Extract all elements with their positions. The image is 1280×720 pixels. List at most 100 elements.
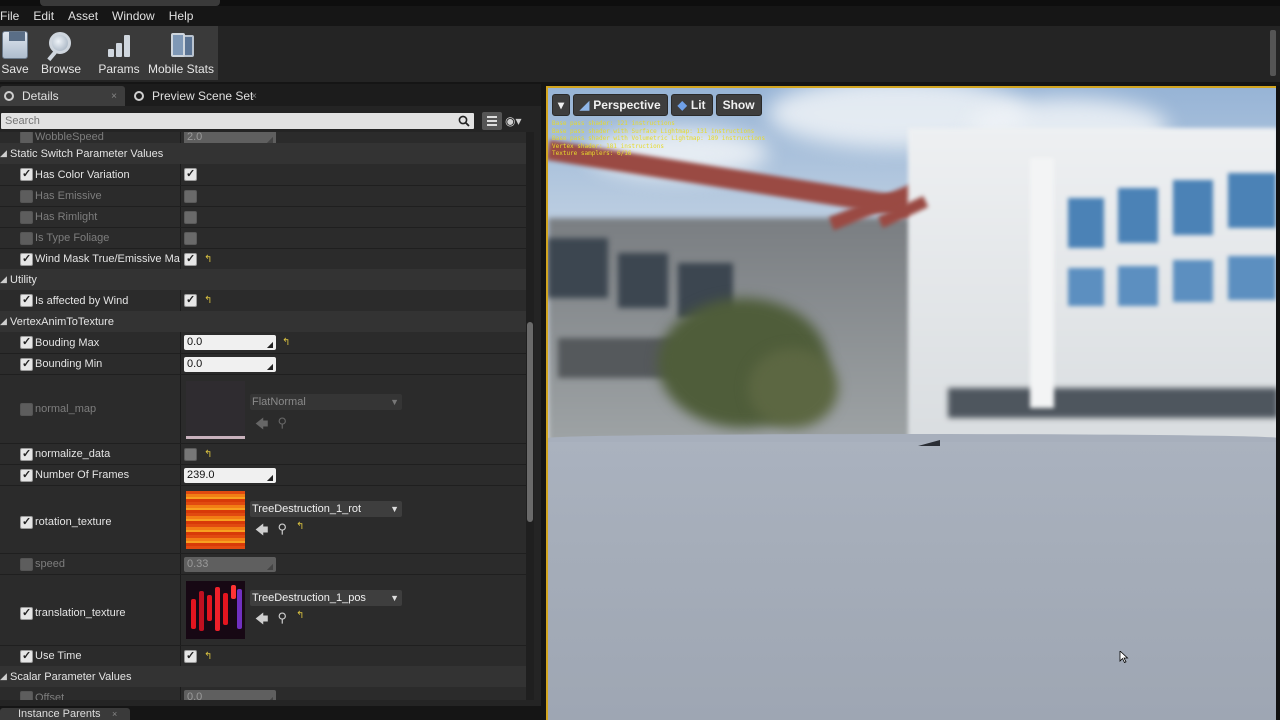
- override-checkbox[interactable]: [20, 403, 33, 416]
- browse-button[interactable]: Browse: [30, 26, 92, 80]
- menu-asset[interactable]: Asset: [68, 9, 98, 23]
- has-color-variation-checkbox[interactable]: [184, 167, 197, 181]
- browse-icon[interactable]: ⚲: [277, 415, 287, 437]
- override-checkbox[interactable]: [20, 357, 33, 371]
- menu-edit[interactable]: Edit: [33, 9, 54, 23]
- params-icon: [104, 31, 134, 59]
- has-rimlight-checkbox[interactable]: [184, 210, 197, 224]
- use-selected-icon[interactable]: 🡄: [255, 521, 268, 543]
- viewport-ground-plane: [548, 438, 1276, 720]
- normal-map-thumbnail[interactable]: [186, 381, 245, 439]
- show-button[interactable]: Show: [715, 94, 762, 116]
- properties-list: WobbleSpeed 2.0 ◢ ◢ Static Switch Paramet…: [0, 132, 526, 700]
- override-checkbox[interactable]: [20, 515, 33, 529]
- reset-to-default-icon[interactable]: ↰: [204, 651, 212, 662]
- override-checkbox[interactable]: [20, 557, 33, 571]
- property-translation-texture: translation_texture TreeDestruction_1_po…: [0, 574, 526, 644]
- is-affected-by-wind-checkbox[interactable]: [184, 293, 197, 307]
- override-checkbox[interactable]: [20, 468, 33, 482]
- rotation-texture-asset-picker[interactable]: TreeDestruction_1_rot ▼: [250, 501, 402, 517]
- viewport-toolbar: ▾ ◢ Perspective ◆ Lit Show: [552, 94, 762, 116]
- override-checkbox[interactable]: [20, 447, 33, 461]
- tab-details[interactable]: Details ×: [0, 86, 125, 106]
- property-bouding-max: Bouding Max 0.0◢ ↰: [0, 332, 526, 353]
- speed-value[interactable]: 0.33 ◢: [184, 556, 276, 572]
- reset-to-default-icon[interactable]: ↰: [282, 337, 290, 348]
- tab-instance-parents[interactable]: Instance Parents ×: [0, 708, 130, 720]
- has-emissive-checkbox[interactable]: [184, 189, 197, 203]
- override-checkbox[interactable]: [20, 189, 33, 203]
- property-rotation-texture: rotation_texture TreeDestruction_1_rot▼ …: [0, 485, 526, 553]
- close-icon[interactable]: ×: [251, 91, 257, 102]
- is-type-foliage-checkbox[interactable]: [184, 231, 197, 245]
- override-checkbox[interactable]: [20, 691, 33, 700]
- normal-map-asset-picker[interactable]: FlatNormal ▼: [250, 394, 402, 410]
- override-checkbox[interactable]: [20, 293, 33, 307]
- override-checkbox[interactable]: [20, 231, 33, 245]
- collapse-arrow-icon: ◢: [0, 274, 7, 284]
- property-offset: Offset 0.0 ◢: [0, 687, 526, 700]
- use-selected-icon[interactable]: 🡄: [255, 610, 268, 632]
- override-checkbox[interactable]: [20, 167, 33, 181]
- reset-to-default-icon[interactable]: ↰: [204, 449, 212, 460]
- properties-scrollbar[interactable]: [526, 132, 534, 700]
- bounding-min-value[interactable]: 0.0 ◢: [184, 356, 276, 372]
- viewport-options-button[interactable]: ▾: [552, 94, 571, 116]
- property-is-type-foliage: Is Type Foliage: [0, 227, 526, 248]
- browse-icon[interactable]: ⚲: [277, 610, 287, 632]
- save-button[interactable]: Save: [0, 26, 30, 80]
- menu-file[interactable]: File: [0, 9, 19, 23]
- normal-map-actions: 🡄 ⚲: [255, 415, 287, 437]
- category-utility[interactable]: ◢ Utility: [0, 269, 526, 290]
- search-row: ◉▾: [0, 110, 541, 132]
- close-icon[interactable]: ×: [112, 708, 117, 720]
- perspective-button[interactable]: ◢ Perspective: [573, 94, 668, 116]
- wind-mask-checkbox[interactable]: [184, 252, 197, 266]
- override-checkbox[interactable]: [20, 252, 33, 266]
- bouding-max-value[interactable]: 0.0 ◢: [184, 335, 276, 350]
- tab-preview-scene-set[interactable]: Preview Scene Set ×: [130, 86, 265, 106]
- number-of-frames-value[interactable]: 239.0 ◢: [184, 467, 276, 483]
- use-time-checkbox[interactable]: [184, 649, 197, 663]
- property-has-color-variation: Has Color Variation: [0, 164, 526, 185]
- shader-stats-overlay: Base pass shader: 121 instructions Base …: [552, 120, 766, 157]
- category-scalar-parameters[interactable]: ◢ Scalar Parameter Values: [0, 666, 526, 687]
- grid-view-icon[interactable]: [482, 112, 502, 130]
- browse-icon[interactable]: ⚲: [277, 521, 287, 543]
- params-button[interactable]: Params: [92, 26, 146, 80]
- search-input[interactable]: [1, 113, 474, 129]
- menu-help[interactable]: Help: [169, 9, 194, 23]
- override-checkbox[interactable]: [20, 606, 33, 620]
- toolbar-scroll[interactable]: [1270, 30, 1276, 76]
- offset-value[interactable]: 0.0 ◢: [184, 690, 276, 700]
- translation-texture-thumbnail[interactable]: [186, 581, 245, 639]
- category-vertex-anim-to-texture[interactable]: ◢ VertexAnimToTexture: [0, 311, 526, 332]
- right-edge: [1276, 86, 1280, 720]
- translation-texture-asset-picker[interactable]: TreeDestruction_1_pos ▼: [250, 590, 402, 606]
- use-selected-icon[interactable]: 🡄: [255, 415, 268, 437]
- reset-to-default-icon[interactable]: ↰: [296, 521, 304, 543]
- mobile-stats-icon: [166, 31, 196, 59]
- details-panel: Details × Preview Scene Set × ◉▾ WobbleS…: [0, 84, 541, 706]
- property-wind-mask: Wind Mask True/Emissive Mask ↰: [0, 248, 526, 269]
- preview-viewport[interactable]: ▾ ◢ Perspective ◆ Lit Show Base pass sha…: [546, 86, 1276, 720]
- eye-icon[interactable]: ◉▾: [505, 114, 533, 128]
- reset-to-default-icon[interactable]: ↰: [204, 254, 212, 265]
- property-is-affected-by-wind: Is affected by Wind ↰: [0, 290, 526, 311]
- override-checkbox[interactable]: [20, 210, 33, 224]
- preview-mesh[interactable]: [918, 440, 940, 446]
- reset-to-default-icon[interactable]: ↰: [204, 295, 212, 306]
- normalize-data-checkbox[interactable]: [184, 447, 197, 461]
- collapse-arrow-icon: ◢: [0, 316, 7, 326]
- override-checkbox[interactable]: [20, 335, 33, 349]
- rotation-texture-thumbnail[interactable]: [186, 491, 245, 549]
- reset-to-default-icon[interactable]: ↰: [296, 610, 304, 632]
- category-static-switch[interactable]: ◢ Static Switch Parameter Values: [0, 143, 526, 164]
- override-checkbox[interactable]: [20, 649, 33, 663]
- lit-button[interactable]: ◆ Lit: [670, 94, 713, 116]
- menu-window[interactable]: Window: [112, 9, 155, 23]
- close-icon[interactable]: ×: [111, 91, 117, 102]
- mobile-stats-button[interactable]: Mobile Stats: [146, 26, 216, 80]
- property-speed: speed 0.33 ◢: [0, 553, 526, 574]
- search-icon[interactable]: [458, 115, 470, 127]
